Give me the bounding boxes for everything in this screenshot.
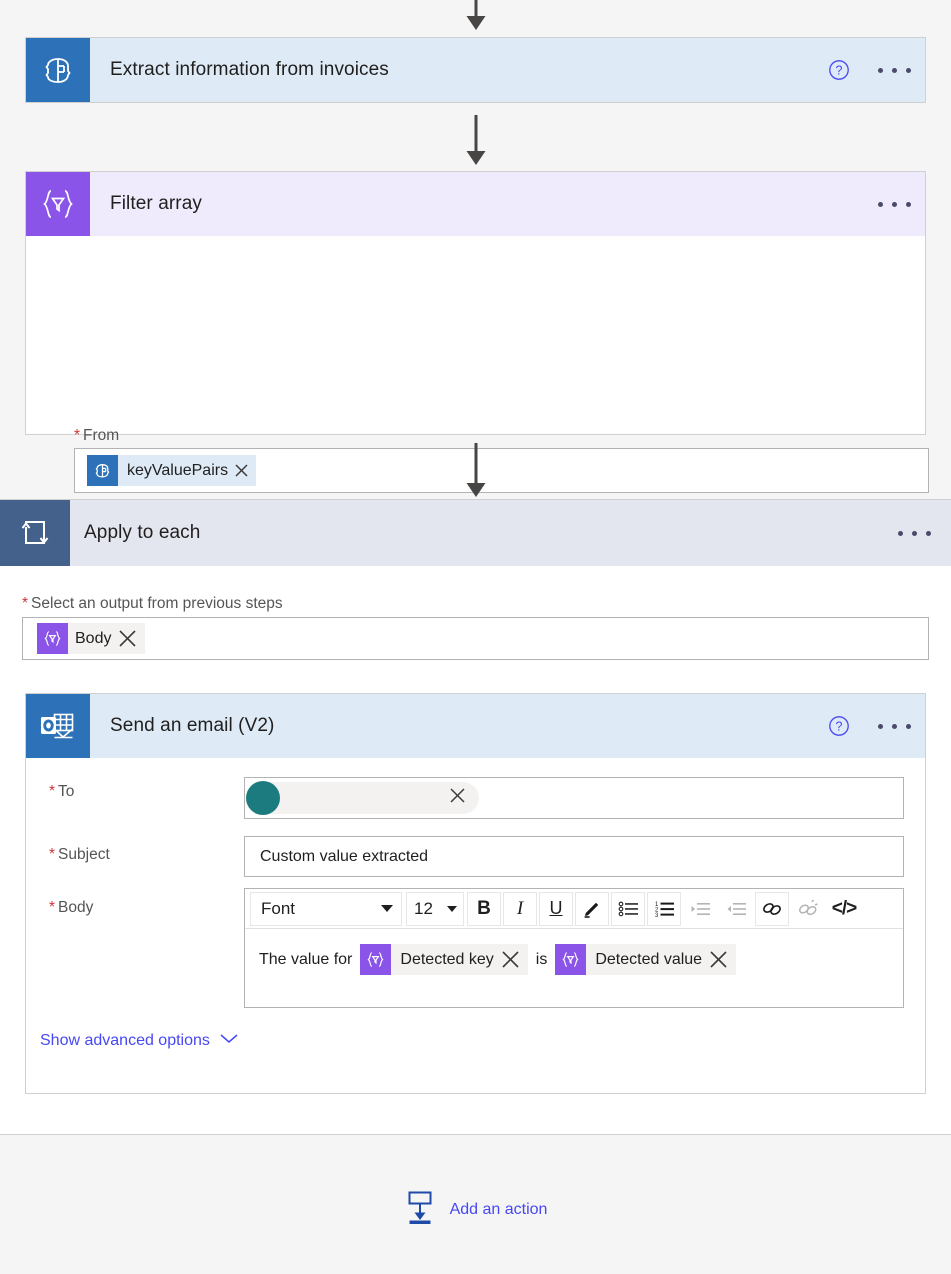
italic-button[interactable]: I: [503, 892, 537, 926]
font-size-dropdown[interactable]: 12: [406, 892, 464, 926]
font-family-value: Font: [261, 899, 295, 919]
bulleted-list-icon[interactable]: [611, 892, 645, 926]
italic-label: I: [517, 898, 523, 920]
more-commands-button[interactable]: [898, 531, 931, 536]
card-title-filter-array: Filter array: [90, 193, 202, 215]
body-text-middle: is: [528, 951, 556, 969]
code-view-button[interactable]: </>: [827, 892, 861, 926]
subject-value: Custom value extracted: [260, 848, 428, 866]
show-advanced-options-label: Show advanced options: [40, 1032, 210, 1050]
remove-token-icon[interactable]: [500, 949, 528, 970]
font-family-dropdown[interactable]: Font: [250, 892, 402, 926]
rich-text-toolbar: Font 12 B I U 123: [245, 889, 903, 929]
body-label: *Body: [49, 899, 93, 917]
svg-text:?: ?: [836, 720, 843, 734]
card-header-actions-apply: [898, 500, 931, 566]
token-detected-value[interactable]: Detected value: [555, 944, 736, 975]
card-header-actions-filter: [878, 172, 911, 236]
more-commands-button[interactable]: [878, 202, 911, 207]
link-icon[interactable]: [755, 892, 789, 926]
required-asterisk: *: [49, 783, 55, 800]
loop-icon: [0, 500, 70, 566]
show-advanced-options-link[interactable]: Show advanced options: [40, 1032, 239, 1050]
recipient-chip[interactable]: [247, 782, 479, 814]
subject-label: *Subject: [49, 846, 110, 864]
add-an-action-button[interactable]: Add an action: [0, 1190, 951, 1229]
bold-label: B: [477, 898, 491, 920]
help-icon[interactable]: ?: [828, 59, 850, 81]
filter-array-icon: [555, 944, 586, 975]
body-text-before: The value for: [259, 951, 360, 969]
remove-token-icon[interactable]: [117, 628, 145, 649]
code-label: </>: [832, 898, 856, 920]
svg-text:3: 3: [655, 913, 659, 919]
token-label: Body: [68, 630, 117, 648]
step-card-apply-to-each[interactable]: Apply to each *Select an output from pre…: [0, 499, 951, 1135]
card-header-extract[interactable]: Extract information from invoices ?: [26, 38, 925, 102]
more-commands-button[interactable]: [878, 724, 911, 729]
highlight-pen-icon[interactable]: [575, 892, 609, 926]
unlink-icon[interactable]: [791, 892, 825, 926]
indent-icon[interactable]: [683, 892, 717, 926]
chevron-down-icon: [447, 906, 457, 912]
step-card-filter-array[interactable]: Filter array *From keyValuePairs: [25, 171, 926, 435]
card-title-send-email: Send an email (V2): [90, 715, 274, 737]
more-commands-button[interactable]: [878, 68, 911, 73]
add-an-action-label: Add an action: [450, 1201, 548, 1219]
card-header-apply-to-each[interactable]: Apply to each: [0, 500, 951, 566]
insert-below-icon: [404, 1190, 436, 1229]
select-output-field[interactable]: Body: [22, 617, 929, 660]
chevron-down-icon: [219, 1032, 239, 1050]
filter-array-icon: [360, 944, 391, 975]
bold-button[interactable]: B: [467, 892, 501, 926]
underline-label: U: [550, 898, 563, 919]
to-field[interactable]: [244, 777, 904, 819]
token-label: Detected value: [586, 951, 708, 969]
body-content[interactable]: The value for Detected key is: [245, 929, 903, 993]
filter-array-icon: [26, 172, 90, 236]
required-asterisk: *: [22, 595, 28, 612]
card-header-filter-array[interactable]: Filter array: [26, 172, 925, 236]
svg-text:?: ?: [836, 64, 843, 78]
ai-builder-icon: [26, 38, 90, 102]
remove-token-icon[interactable]: [708, 949, 736, 970]
underline-button[interactable]: U: [539, 892, 573, 926]
outdent-icon[interactable]: [719, 892, 753, 926]
required-asterisk: *: [74, 427, 80, 444]
avatar: [246, 781, 280, 815]
card-title-apply-to-each: Apply to each: [70, 522, 200, 544]
card-title-extract: Extract information from invoices: [90, 59, 389, 81]
chevron-down-icon: [381, 905, 393, 912]
required-asterisk: *: [49, 846, 55, 863]
token-detected-key[interactable]: Detected key: [360, 944, 527, 975]
token-label: Detected key: [391, 951, 499, 969]
step-card-extract-information[interactable]: Extract information from invoices ?: [25, 37, 926, 103]
outlook-icon: [26, 694, 90, 758]
token-body[interactable]: Body: [37, 623, 145, 654]
card-header-actions-email: ?: [828, 694, 911, 758]
connector-arrow-2: [0, 115, 951, 167]
connector-arrow-3: [0, 443, 951, 499]
numbered-list-icon[interactable]: 123: [647, 892, 681, 926]
help-icon[interactable]: ?: [828, 715, 850, 737]
remove-recipient-icon[interactable]: [448, 786, 467, 810]
select-output-label: *Select an output from previous steps: [22, 595, 283, 613]
card-header-actions-extract: ?: [828, 38, 911, 102]
required-asterisk: *: [49, 899, 55, 916]
subject-field[interactable]: Custom value extracted: [244, 836, 904, 877]
filter-array-icon: [37, 623, 68, 654]
body-rich-text-editor[interactable]: Font 12 B I U 123: [244, 888, 904, 1008]
font-size-value: 12: [414, 899, 433, 919]
connector-arrow-top: [0, 0, 951, 32]
card-header-send-email[interactable]: Send an email (V2) ?: [26, 694, 925, 758]
step-card-send-an-email[interactable]: Send an email (V2) ? *To *Subject: [25, 693, 926, 1094]
to-label: *To: [49, 783, 74, 801]
